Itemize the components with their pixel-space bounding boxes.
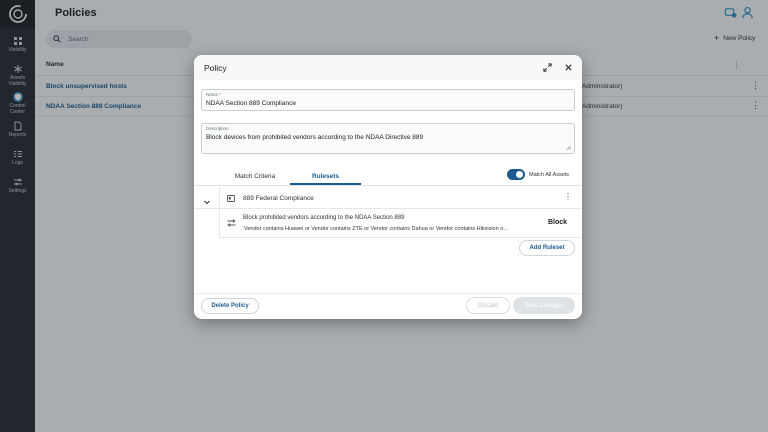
- ruleset-row[interactable]: 889 Federal Compliance ⋮: [194, 188, 582, 238]
- dialog-header: Policy: [194, 55, 582, 80]
- ruleset-menu-icon[interactable]: ⋮: [564, 192, 572, 201]
- rule-action: Block: [548, 219, 568, 226]
- toggle-knob: [516, 171, 523, 178]
- rule-icon: [227, 219, 236, 227]
- collapse-button[interactable]: [203, 194, 211, 205]
- active-tab-indicator: [290, 183, 361, 185]
- policy-dialog: Policy Name * NDAA Section 889 Complianc…: [194, 55, 582, 319]
- name-field[interactable]: Name * NDAA Section 889 Compliance: [201, 89, 575, 111]
- description-field-label: Description: [206, 126, 229, 131]
- description-field-value: Block devices from prohibited vendors ac…: [206, 134, 424, 141]
- expand-button[interactable]: [542, 62, 553, 73]
- add-ruleset-button[interactable]: Add Ruleset: [519, 240, 575, 256]
- match-all-label: Match All Assets: [529, 172, 570, 178]
- delete-policy-button[interactable]: Delete Policy: [201, 298, 259, 314]
- close-icon: [565, 64, 572, 71]
- ruleset-icon: [227, 195, 235, 202]
- name-field-value: NDAA Section 889 Compliance: [206, 100, 296, 107]
- rule-conditions: Vendor contains Huawei or Vendor contain…: [244, 226, 508, 232]
- expand-icon: [543, 63, 552, 72]
- resize-handle-icon[interactable]: [566, 145, 571, 150]
- tab-match-criteria[interactable]: Match Criteria: [220, 166, 290, 186]
- discard-button[interactable]: Discard: [466, 297, 510, 314]
- description-field[interactable]: Description Block devices from prohibite…: [201, 123, 575, 154]
- match-all-toggle[interactable]: [507, 169, 525, 180]
- footer-divider: [194, 293, 582, 294]
- rule-row[interactable]: Block prohibited vendors according to th…: [219, 210, 582, 238]
- close-button[interactable]: [563, 62, 574, 73]
- save-changes-button[interactable]: Save Changes: [513, 297, 575, 314]
- dialog-title: Policy: [204, 63, 227, 73]
- ruleset-name: 889 Federal Compliance: [243, 195, 314, 202]
- rule-title: Block prohibited vendors according to th…: [243, 215, 405, 221]
- chevron-down-icon: [204, 200, 210, 205]
- name-field-label: Name *: [206, 92, 222, 97]
